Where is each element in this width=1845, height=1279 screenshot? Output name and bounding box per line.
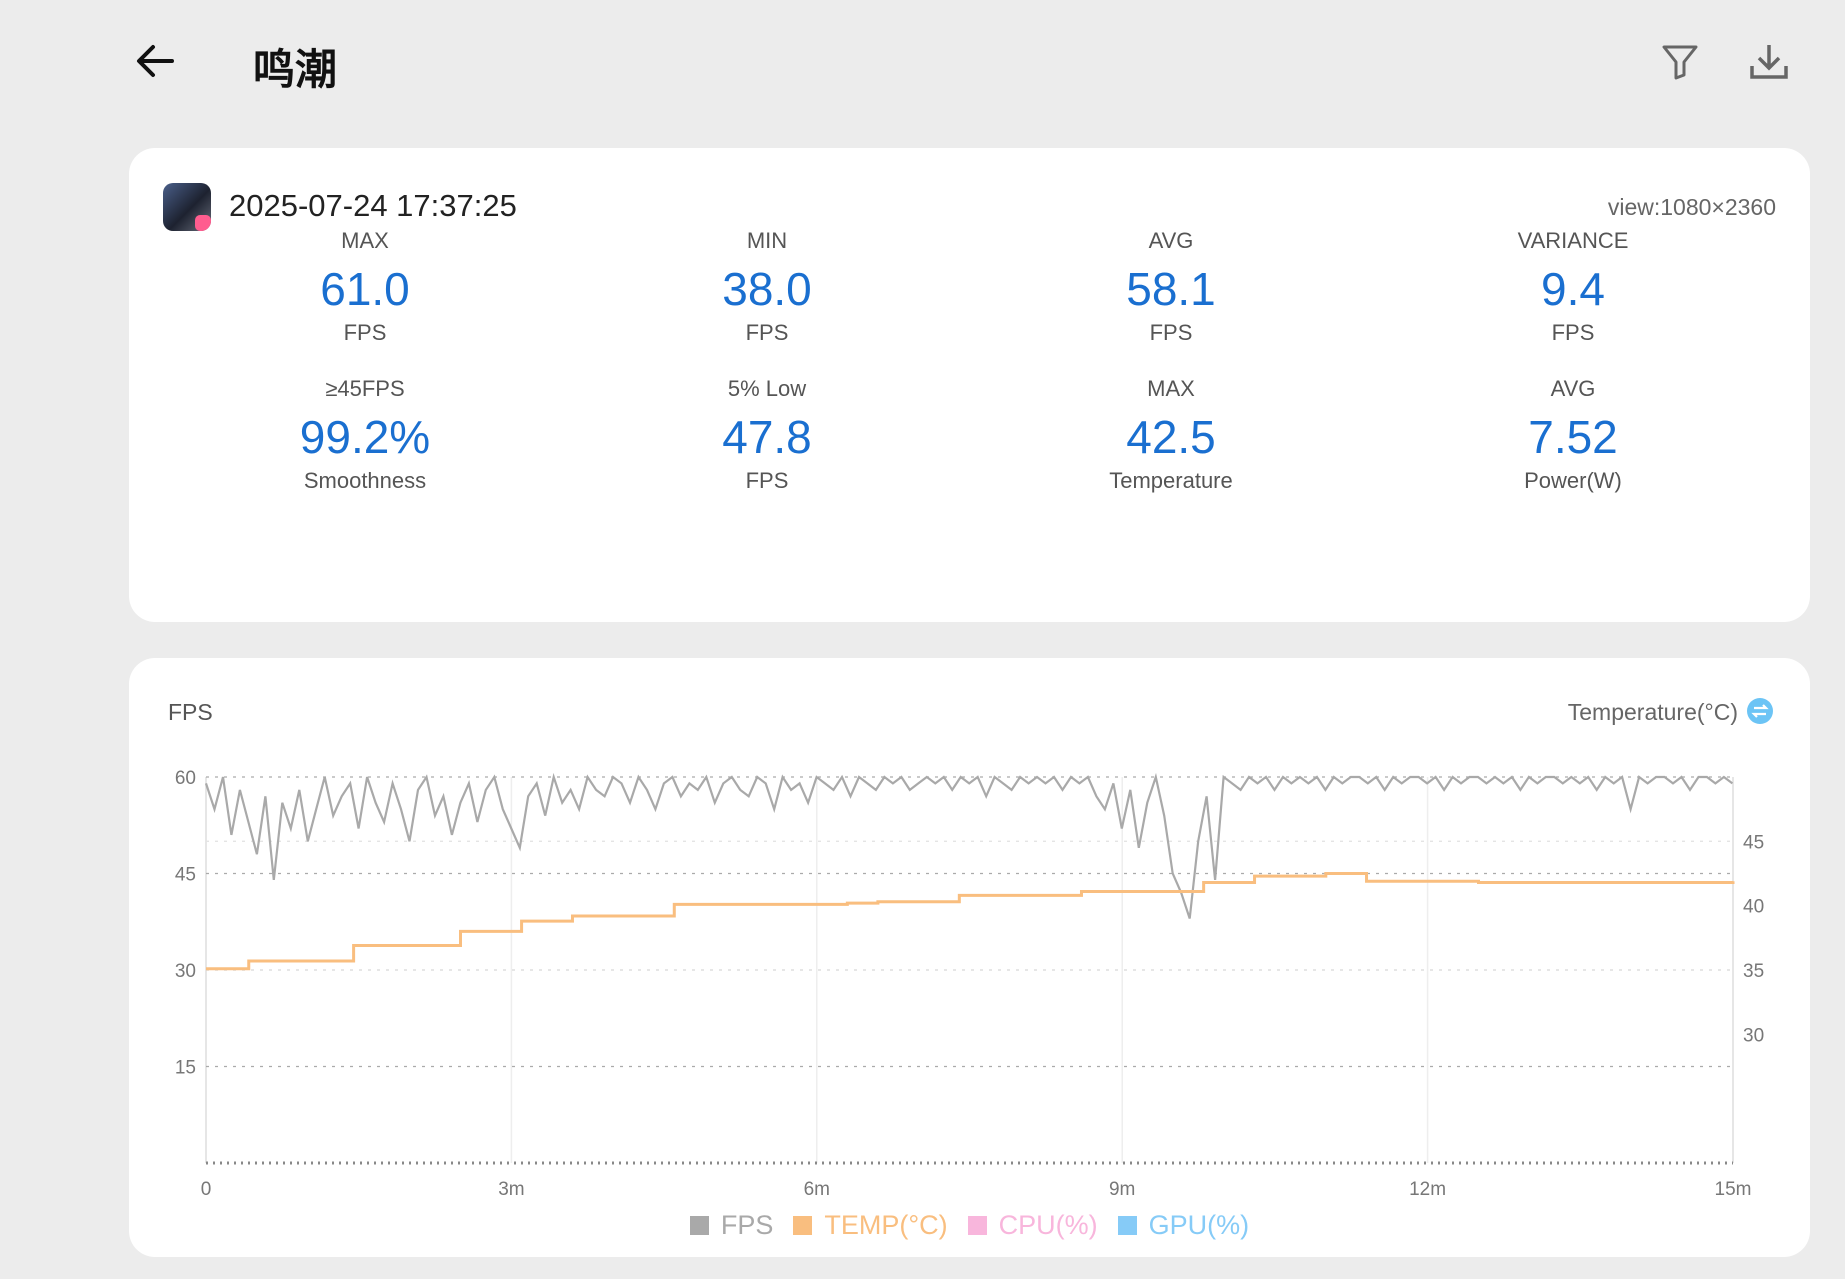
y-right-tick-label: 45 (1743, 832, 1764, 853)
download-button[interactable] (1748, 42, 1790, 82)
y-left-tick-label: 60 (175, 768, 196, 789)
stat-unit: Temperature (1109, 468, 1233, 493)
x-tick-label: 6m (804, 1179, 830, 1200)
stat-unit: FPS (745, 468, 789, 493)
stat-value: 38.0 (722, 263, 812, 315)
stat-label: ≥45FPS (325, 376, 405, 401)
download-icon (1750, 45, 1788, 79)
stat-value: 47.8 (722, 411, 812, 463)
stat-unit: FPS (343, 320, 387, 345)
legend-item-3[interactable]: GPU(%) (1117, 1210, 1250, 1241)
stat-value: 42.5 (1126, 411, 1216, 463)
stat-unit: FPS (745, 320, 789, 345)
y-right-tick-label: 30 (1743, 1025, 1764, 1046)
stat-6: MAX 42.5 Temperature (991, 376, 1351, 494)
legend-swatch (793, 1216, 813, 1235)
filter-icon (1662, 45, 1698, 80)
legend-item-0[interactable]: FPS (689, 1210, 774, 1241)
legend-label: TEMP(°C) (824, 1210, 948, 1240)
filter-button[interactable] (1660, 42, 1700, 82)
stat-7: AVG 7.52 Power(W) (1393, 376, 1753, 494)
legend-swatch (1117, 1216, 1137, 1235)
stat-label: 5% Low (727, 376, 807, 401)
back-button[interactable] (132, 38, 178, 84)
arrow-left-icon (137, 45, 174, 77)
stat-value: 61.0 (320, 263, 410, 315)
session-datetime: 2025-07-24 17:37:25 (229, 188, 517, 223)
x-tick-label: 0 (201, 1179, 212, 1200)
chart-legend: FPS TEMP(°C) CPU(%) GPU(%) (129, 1210, 1810, 1241)
stat-1: MIN 38.0 FPS (587, 228, 947, 346)
stat-label: VARIANCE (1517, 228, 1629, 253)
temperature-series-line (206, 872, 1735, 971)
stat-unit: Smoothness (303, 468, 427, 493)
stat-value: 7.52 (1528, 411, 1618, 463)
legend-label: CPU(%) (998, 1210, 1098, 1240)
stat-value: 9.4 (1541, 263, 1605, 315)
stat-2: AVG 58.1 FPS (991, 228, 1351, 346)
stat-value: 99.2% (299, 411, 431, 463)
stat-5: 5% Low 47.8 FPS (587, 376, 947, 494)
stat-3: VARIANCE 9.4 FPS (1393, 228, 1753, 346)
stat-label: MIN (746, 228, 788, 253)
x-tick-label: 12m (1409, 1179, 1446, 1200)
y-right-tick-label: 40 (1743, 897, 1764, 918)
legend-label: FPS (720, 1210, 774, 1240)
stat-unit: FPS (1551, 320, 1595, 345)
stat-4: ≥45FPS 99.2% Smoothness (185, 376, 545, 494)
legend-swatch (689, 1216, 709, 1235)
y-right-tick-label: 35 (1743, 961, 1764, 982)
stat-label: MAX (341, 228, 389, 253)
stat-label: AVG (1148, 228, 1194, 253)
y-left-tick-label: 15 (175, 1058, 196, 1079)
x-tick-label: 9m (1109, 1179, 1135, 1200)
stat-value: 58.1 (1126, 263, 1216, 315)
summary-card: 2025-07-24 17:37:25 view:1080×2360 MAX 61… (129, 148, 1810, 622)
view-resolution: view:1080×2360 (1607, 194, 1776, 220)
fps-temperature-chart: 0 3m 6m 9m 12m 15m 15 30 45 60 30 35 40 45 (175, 768, 1764, 1200)
y-left-tick-label: 30 (175, 961, 196, 982)
game-avatar (163, 183, 211, 231)
page-title: 鸣潮 (253, 45, 338, 94)
stat-label: MAX (1147, 376, 1195, 401)
x-tick-label: 3m (498, 1179, 524, 1200)
stat-unit: Power(W) (1524, 468, 1622, 493)
chart-card: FPS Temperature(°C) 0 3m 6m 9m 12m 15m 15 30 45 6… (129, 658, 1810, 1257)
y-left-tick-label: 45 (175, 865, 196, 886)
legend-swatch (967, 1216, 987, 1235)
stat-label: AVG (1550, 376, 1596, 401)
legend-item-2[interactable]: CPU(%) (967, 1210, 1098, 1241)
x-tick-label: 15m (1715, 1179, 1752, 1200)
legend-item-1[interactable]: TEMP(°C) (793, 1210, 948, 1241)
fps-series-line (204, 772, 1734, 919)
stat-0: MAX 61.0 FPS (185, 228, 545, 346)
stat-unit: FPS (1149, 320, 1193, 345)
legend-label: GPU(%) (1148, 1210, 1250, 1240)
